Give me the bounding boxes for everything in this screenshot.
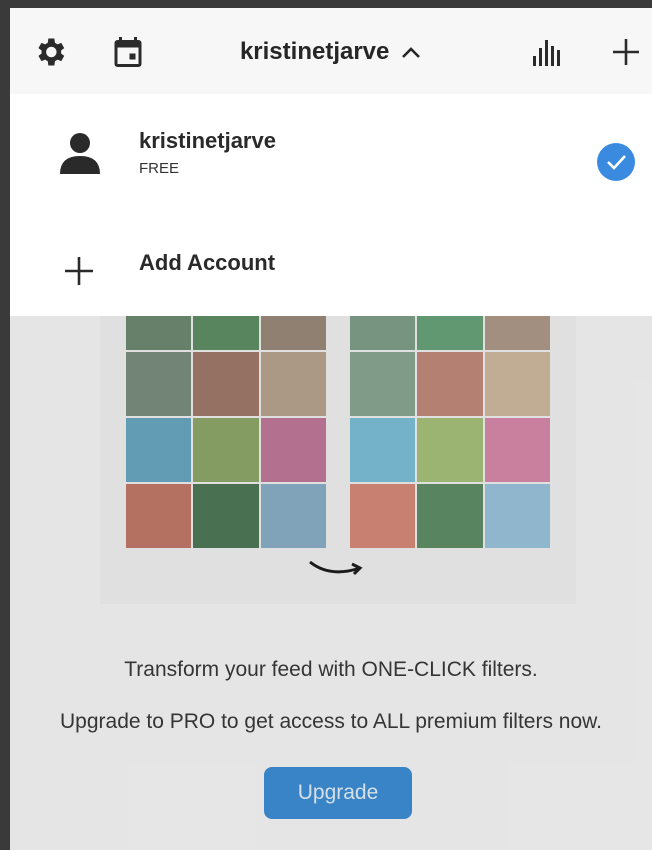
account-name: kristinetjarve [139, 128, 276, 153]
add-account-label[interactable]: Add Account [139, 250, 275, 276]
bar-chart-icon[interactable] [528, 34, 564, 70]
plus-icon[interactable] [608, 34, 644, 70]
account-plan: FREE [139, 160, 180, 177]
feed-preview-after [350, 316, 550, 548]
chevron-up-icon [400, 39, 422, 67]
user-avatar-icon [58, 130, 102, 181]
account-dropdown: kristinetjarve FREE Add Account [10, 94, 652, 316]
add-plus-icon [62, 254, 96, 293]
upgrade-button[interactable]: Upgrade [264, 767, 412, 819]
feed-preview-before [126, 316, 326, 548]
transform-arrow-icon [309, 560, 363, 576]
account-row[interactable]: kristinetjarve FREE [10, 94, 652, 216]
checkmark-icon [596, 142, 636, 187]
top-toolbar: kristinetjarve [10, 8, 652, 95]
promo-line-1: Transform your feed with ONE-CLICK filte… [124, 658, 538, 681]
app-screen: kristinetjarve Transform your feed with … [10, 8, 652, 850]
promo-line-2: Upgrade to PRO to get access to ALL prem… [60, 710, 602, 733]
add-account-row[interactable] [10, 216, 652, 316]
account-title: kristinetjarve [239, 38, 390, 65]
